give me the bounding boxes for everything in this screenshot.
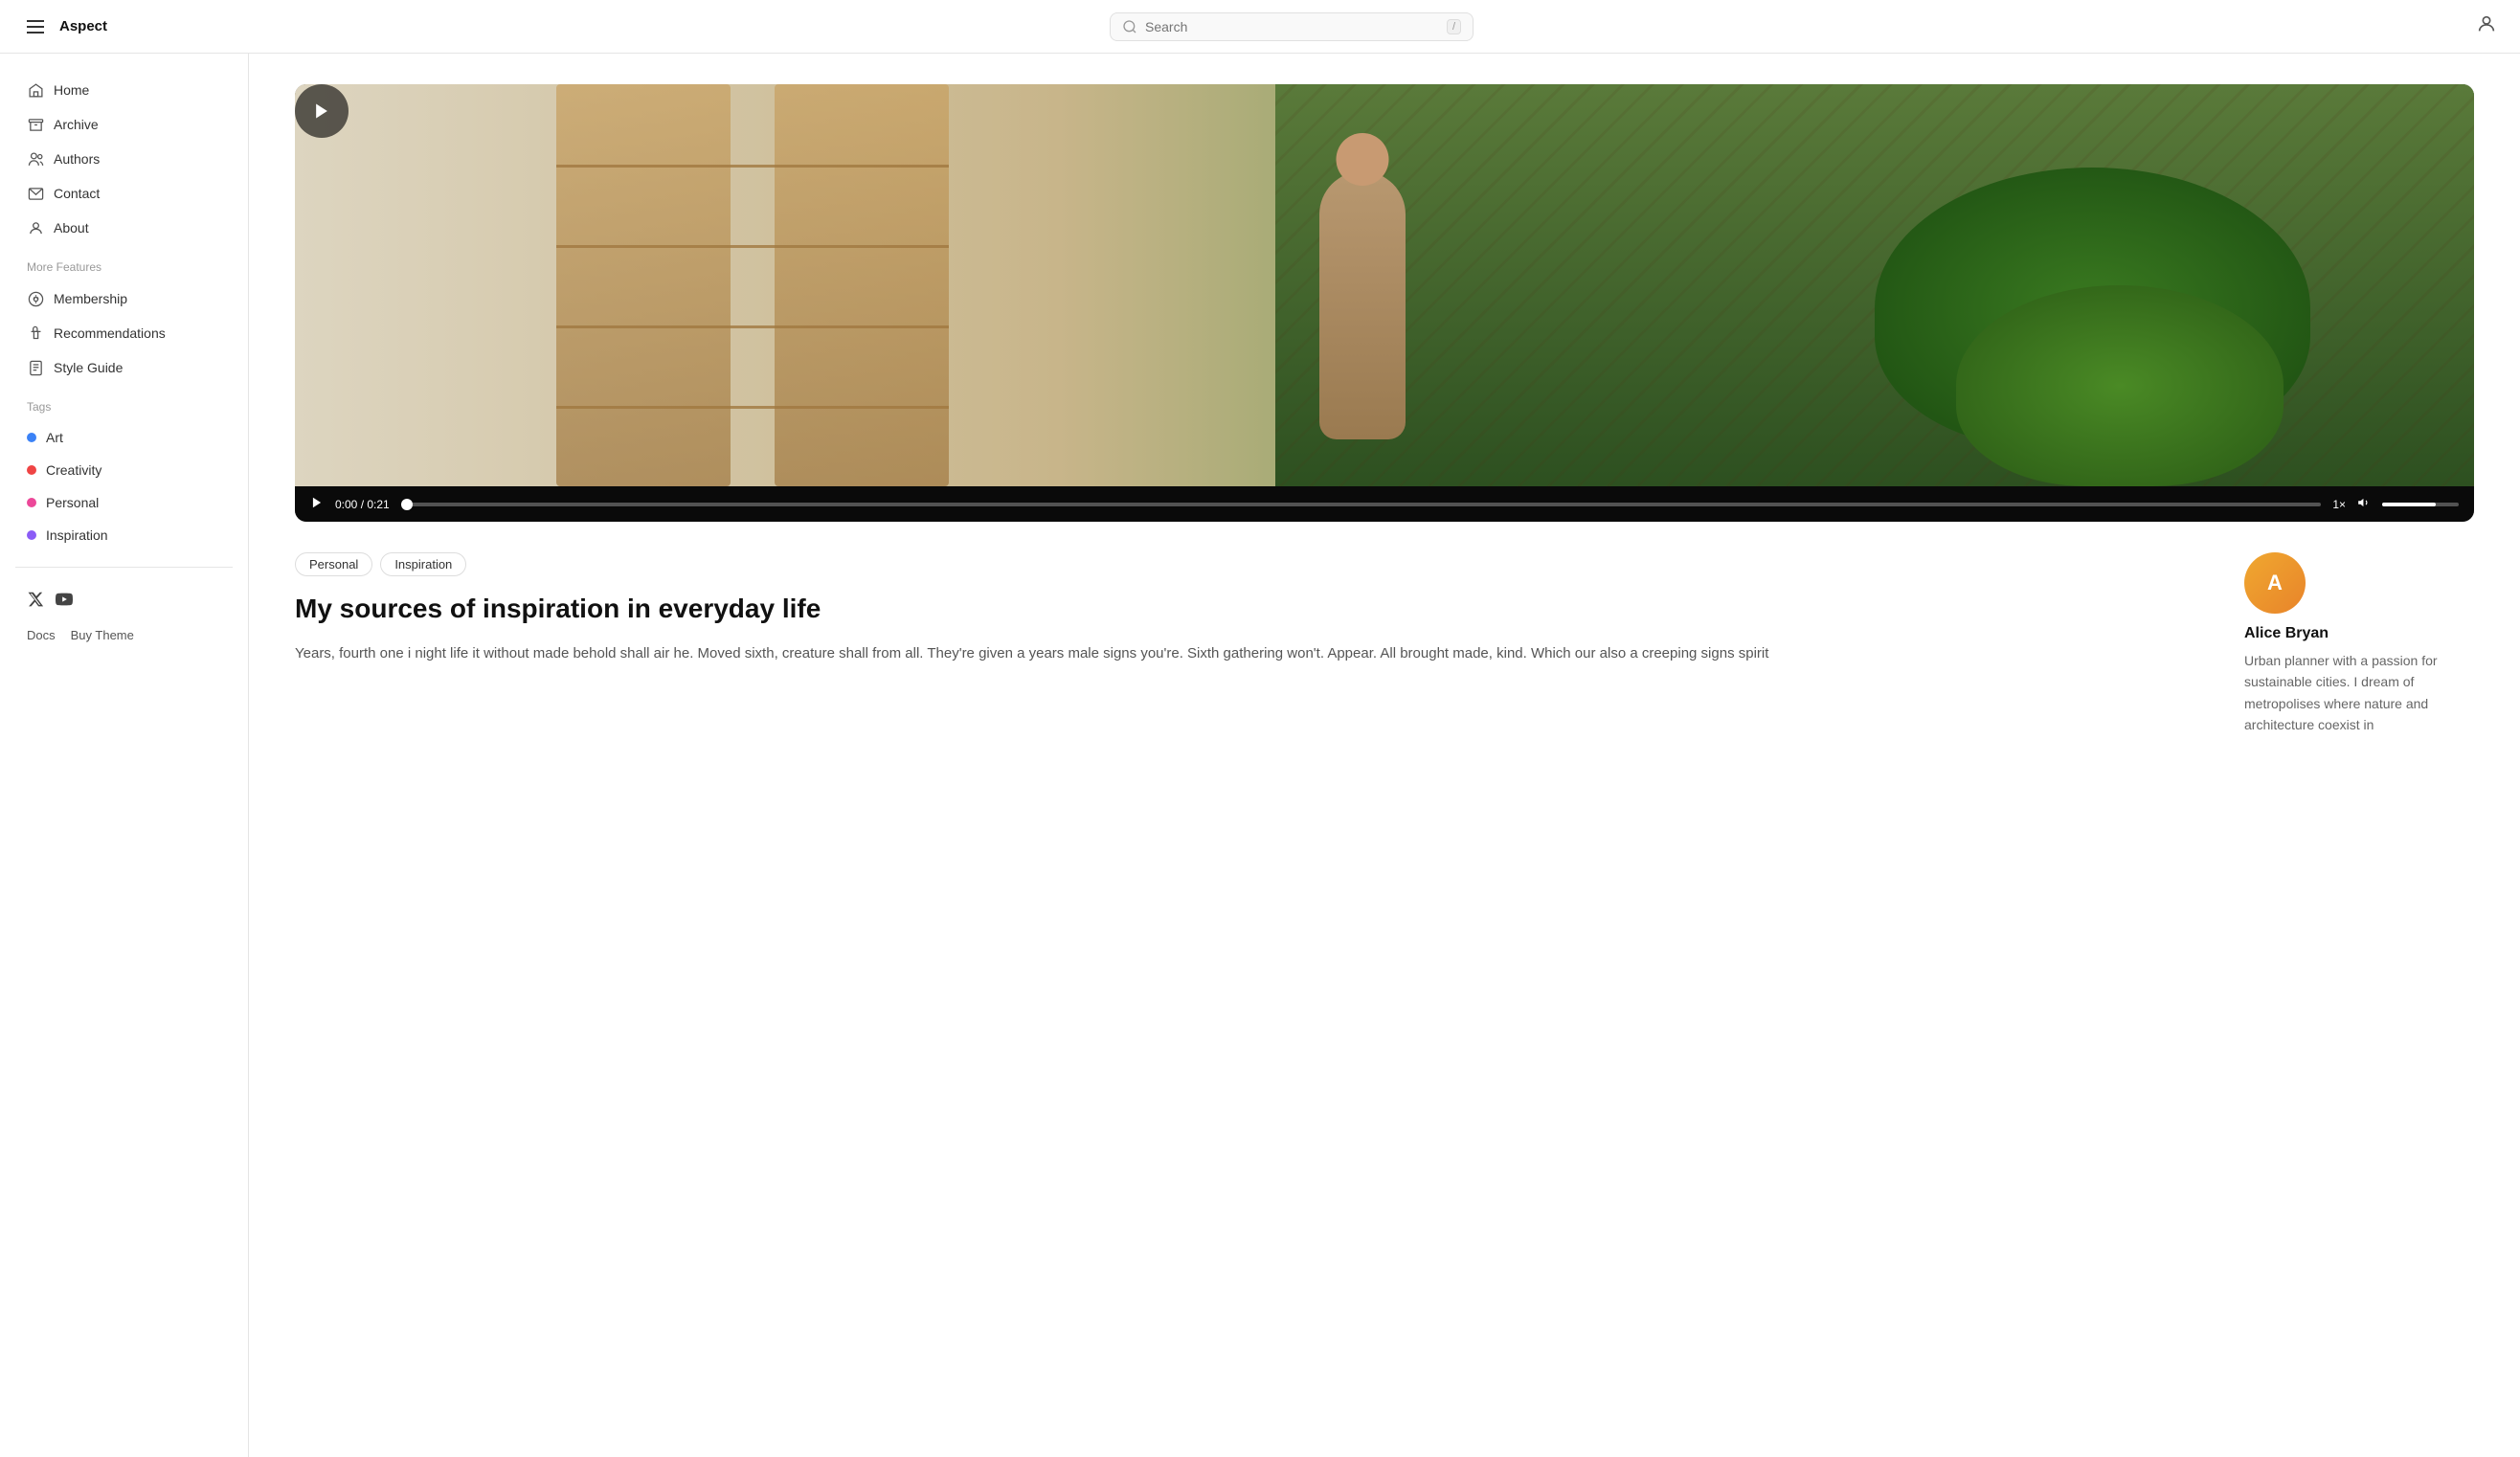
sidebar-authors-label: Authors xyxy=(54,151,100,167)
sidebar-archive-label: Archive xyxy=(54,117,99,132)
search-shortcut: / xyxy=(1447,19,1461,34)
main-nav: Home Archive Authors xyxy=(0,73,248,245)
article-tag-personal[interactable]: Personal xyxy=(295,552,372,576)
tag-inspiration-label: Inspiration xyxy=(46,527,108,543)
video-thumbnail xyxy=(295,84,2474,486)
tag-personal-label: Personal xyxy=(46,495,99,510)
sidebar-contact-label: Contact xyxy=(54,186,100,201)
layout: Home Archive Authors xyxy=(0,54,2520,1457)
video-play-button[interactable] xyxy=(295,84,349,138)
recommendations-icon xyxy=(27,325,44,342)
search-input[interactable] xyxy=(1145,19,1439,34)
video-play-ctrl[interactable] xyxy=(310,496,324,512)
youtube-icon[interactable] xyxy=(56,591,73,613)
author-avatar-initials: A xyxy=(2267,571,2283,595)
sidebar-item-style-guide[interactable]: Style Guide xyxy=(15,350,233,385)
tag-creativity-label: Creativity xyxy=(46,462,101,478)
tag-creativity[interactable]: Creativity xyxy=(15,454,233,486)
video-volume-fill xyxy=(2382,503,2436,506)
archive-icon xyxy=(27,116,44,133)
author-name: Alice Bryan xyxy=(2244,625,2474,642)
video-progress-dot xyxy=(401,499,413,510)
style-guide-icon xyxy=(27,359,44,376)
sidebar-item-about[interactable]: About xyxy=(15,211,233,245)
tags-section: Art Creativity Personal Inspiration xyxy=(0,421,248,551)
more-features-nav: Membership Recommendations xyxy=(0,281,248,385)
site-title: Aspect xyxy=(59,18,107,34)
content-layout: Personal Inspiration My sources of inspi… xyxy=(295,552,2474,736)
header: Aspect / xyxy=(0,0,2520,54)
tag-personal[interactable]: Personal xyxy=(15,486,233,519)
video-progress-bar[interactable] xyxy=(401,503,2322,506)
article-tags: Personal Inspiration xyxy=(295,552,2198,576)
article-title: My sources of inspiration in everyday li… xyxy=(295,592,2198,626)
twitter-icon[interactable] xyxy=(27,591,44,613)
search-bar[interactable]: / xyxy=(1110,12,1474,41)
author-avatar: A xyxy=(2244,552,2306,614)
hamburger-button[interactable] xyxy=(23,16,48,37)
art-dot xyxy=(27,433,36,442)
sidebar: Home Archive Authors xyxy=(0,54,249,1457)
about-icon xyxy=(27,219,44,236)
sidebar-about-label: About xyxy=(54,220,89,235)
search-icon xyxy=(1122,19,1137,34)
buy-theme-link[interactable]: Buy Theme xyxy=(71,628,134,642)
article-main: Personal Inspiration My sources of inspi… xyxy=(295,552,2198,736)
article-tag-inspiration[interactable]: Inspiration xyxy=(380,552,466,576)
authors-icon xyxy=(27,150,44,168)
volume-icon[interactable] xyxy=(2357,496,2371,512)
inspiration-dot xyxy=(27,530,36,540)
user-icon[interactable] xyxy=(2476,13,2497,39)
video-volume-bar[interactable] xyxy=(2382,503,2459,506)
sidebar-item-membership[interactable]: Membership xyxy=(15,281,233,316)
footer-links: Docs Buy Theme xyxy=(0,620,248,650)
sidebar-home-label: Home xyxy=(54,82,89,98)
sidebar-item-contact[interactable]: Contact xyxy=(15,176,233,211)
sidebar-divider xyxy=(15,567,233,568)
tag-art-label: Art xyxy=(46,430,63,445)
docs-link[interactable]: Docs xyxy=(27,628,56,642)
article-body: Years, fourth one i night life it withou… xyxy=(295,641,2198,666)
sidebar-item-archive[interactable]: Archive xyxy=(15,107,233,142)
video-speed[interactable]: 1× xyxy=(2332,498,2346,511)
sidebar-recommendations-label: Recommendations xyxy=(54,325,166,341)
tag-inspiration[interactable]: Inspiration xyxy=(15,519,233,551)
sidebar-membership-label: Membership xyxy=(54,291,127,306)
creativity-dot xyxy=(27,465,36,475)
sidebar-item-authors[interactable]: Authors xyxy=(15,142,233,176)
author-sidebar: A Alice Bryan Urban planner with a passi… xyxy=(2244,552,2474,736)
more-features-label: More Features xyxy=(0,245,248,281)
social-links xyxy=(0,583,248,620)
main-content: 0:00 / 0:21 1× xyxy=(249,54,2520,1457)
membership-icon xyxy=(27,290,44,307)
video-time: 0:00 / 0:21 xyxy=(335,498,390,511)
tag-art[interactable]: Art xyxy=(15,421,233,454)
home-icon xyxy=(27,81,44,99)
sidebar-item-recommendations[interactable]: Recommendations xyxy=(15,316,233,350)
video-player[interactable]: 0:00 / 0:21 1× xyxy=(295,84,2474,522)
personal-dot xyxy=(27,498,36,507)
author-bio: Urban planner with a passion for sustain… xyxy=(2244,650,2474,736)
sidebar-style-guide-label: Style Guide xyxy=(54,360,123,375)
video-controls: 0:00 / 0:21 1× xyxy=(295,486,2474,522)
contact-icon xyxy=(27,185,44,202)
tags-section-label: Tags xyxy=(0,385,248,421)
sidebar-item-home[interactable]: Home xyxy=(15,73,233,107)
header-left: Aspect xyxy=(23,16,107,37)
